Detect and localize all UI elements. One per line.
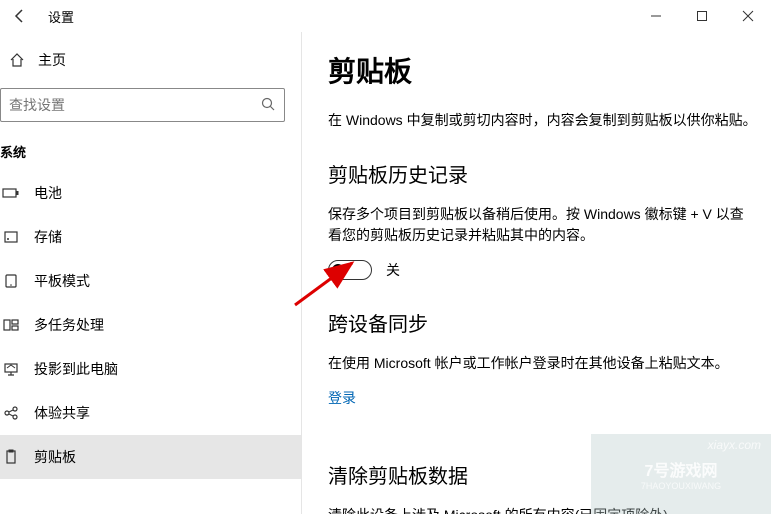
home-icon [8, 51, 26, 69]
content-area: 剪贴板 在 Windows 中复制或剪切内容时，内容会复制到剪贴板以供你粘贴。 … [302, 32, 771, 514]
section-clear: 清除剪贴板数据 清除此设备上涉及 Microsoft 的所有内容(已固定项除外)… [328, 460, 757, 514]
section-history: 剪贴板历史记录 保存多个项目到剪贴板以备稍后使用。按 Windows 徽标键 +… [328, 159, 757, 280]
nav-home-label: 主页 [38, 50, 66, 70]
back-icon[interactable] [8, 8, 32, 24]
history-toggle[interactable] [328, 260, 372, 280]
maximize-button[interactable] [679, 0, 725, 32]
sidebar-item-tablet[interactable]: 平板模式 [0, 259, 301, 303]
sidebar-item-battery[interactable]: 电池 [0, 171, 301, 215]
sidebar-item-clipboard[interactable]: 剪贴板 [0, 435, 301, 479]
multitask-icon [2, 316, 20, 334]
project-icon [2, 360, 20, 378]
page-description: 在 Windows 中复制或剪切内容时，内容会复制到剪贴板以供你粘贴。 [328, 110, 757, 131]
sidebar-item-storage[interactable]: 存储 [0, 215, 301, 259]
clipboard-icon [2, 448, 20, 466]
search-box[interactable] [0, 88, 285, 122]
section-desc-history: 保存多个项目到剪贴板以备稍后使用。按 Windows 徽标键 + V 以查看您的… [328, 204, 757, 246]
battery-icon [2, 184, 20, 202]
page-title: 剪贴板 [328, 50, 757, 90]
section-sync: 跨设备同步 在使用 Microsoft 帐户或工作帐户登录时在其他设备上粘贴文本… [328, 308, 757, 434]
search-icon [260, 96, 276, 115]
toggle-knob [332, 264, 344, 276]
sidebar-item-multitask[interactable]: 多任务处理 [0, 303, 301, 347]
search-input[interactable] [9, 97, 260, 113]
minimize-button[interactable] [633, 0, 679, 32]
category-title: 系统 [0, 138, 301, 165]
window-title: 设置 [48, 7, 74, 26]
section-desc-clear: 清除此设备上涉及 Microsoft 的所有内容(已固定项除外)。 [328, 505, 757, 514]
sidebar-item-label: 剪贴板 [34, 447, 76, 467]
sidebar-item-label: 体验共享 [34, 403, 90, 423]
sidebar-item-label: 投影到此电脑 [34, 359, 118, 379]
storage-icon [2, 228, 20, 246]
sidebar-item-project[interactable]: 投影到此电脑 [0, 347, 301, 391]
sidebar-item-label: 平板模式 [34, 271, 90, 291]
section-title-clear: 清除剪贴板数据 [328, 460, 757, 489]
section-desc-sync: 在使用 Microsoft 帐户或工作帐户登录时在其他设备上粘贴文本。 [328, 353, 757, 374]
share-icon [2, 404, 20, 422]
nav-list: 电池 存储 平板模式 [0, 171, 301, 479]
login-link[interactable]: 登录 [328, 388, 356, 408]
sidebar-item-label: 电池 [34, 183, 62, 203]
tablet-icon [2, 272, 20, 290]
sidebar-item-share[interactable]: 体验共享 [0, 391, 301, 435]
close-button[interactable] [725, 0, 771, 32]
toggle-state-label: 关 [386, 260, 400, 280]
titlebar: 设置 [0, 0, 771, 32]
section-title-history: 剪贴板历史记录 [328, 159, 757, 188]
nav-home[interactable]: 主页 [0, 40, 301, 80]
sidebar-item-label: 存储 [34, 227, 62, 247]
sidebar: 主页 系统 电池 [0, 32, 302, 514]
section-title-sync: 跨设备同步 [328, 308, 757, 337]
sidebar-item-label: 多任务处理 [34, 315, 104, 335]
